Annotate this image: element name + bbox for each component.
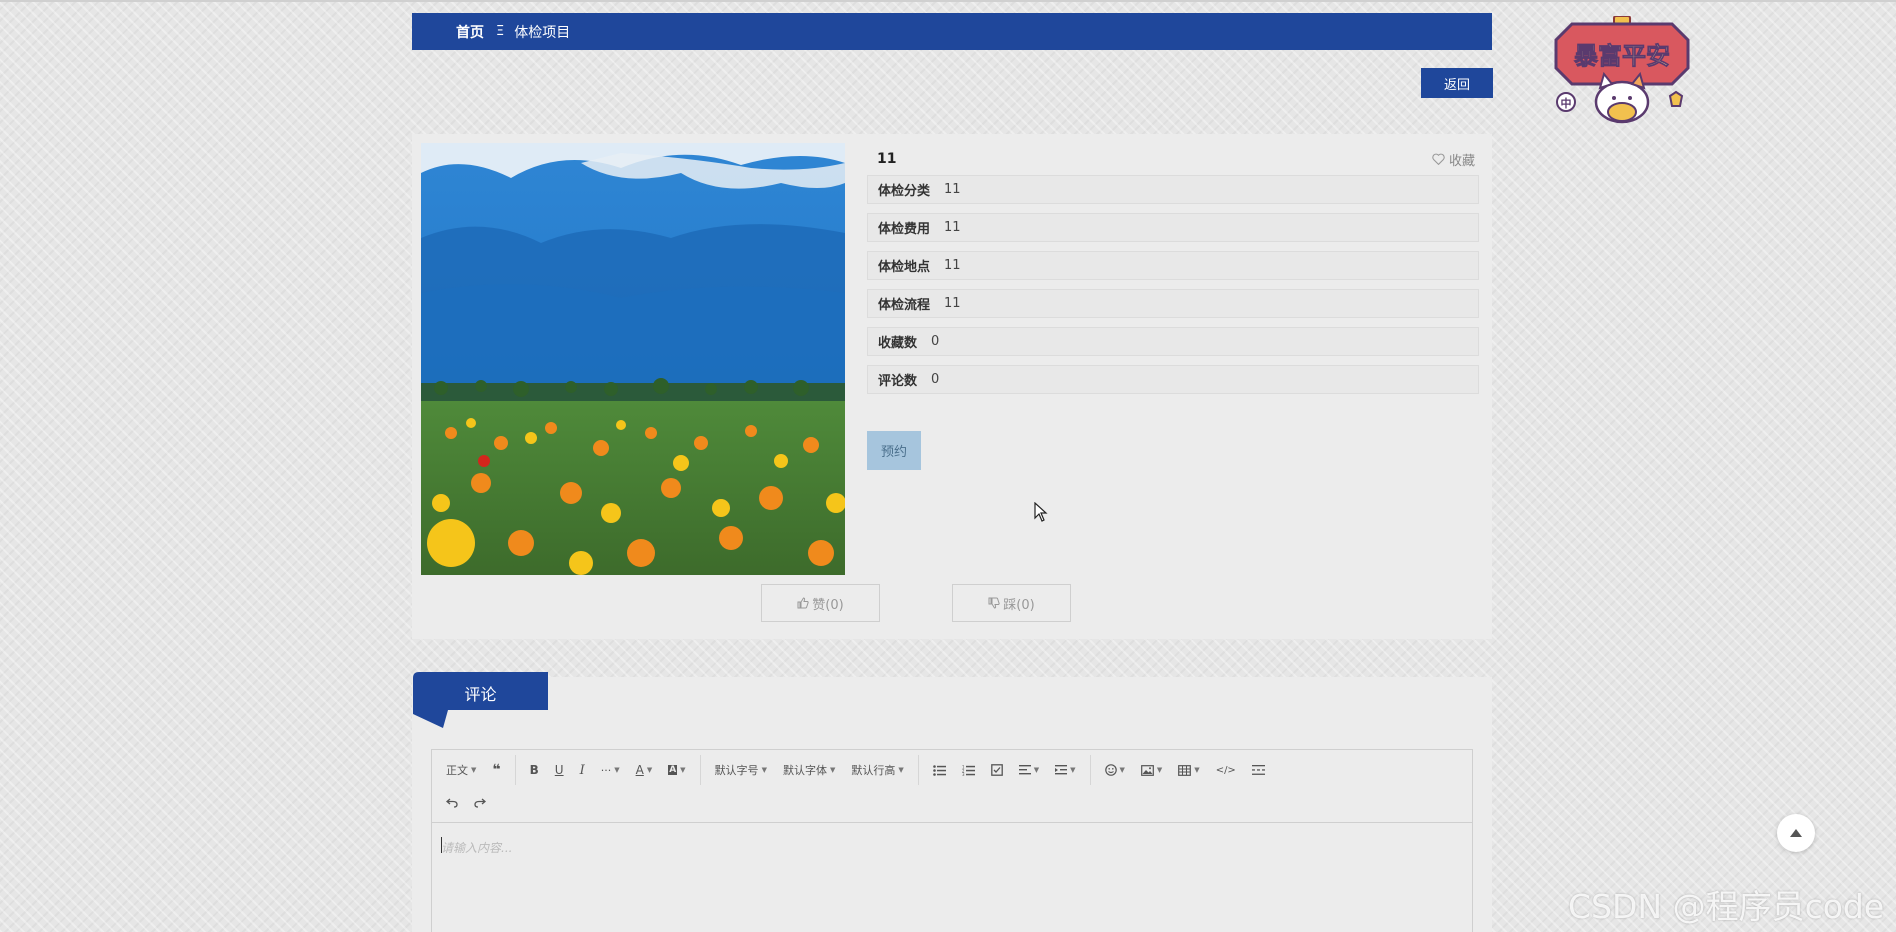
breadcrumb-home-link[interactable]: 首页: [456, 22, 484, 42]
info-label: 体检分类: [878, 184, 931, 199]
svg-text:中: 中: [1561, 96, 1572, 110]
font-family-select[interactable]: 默认字体 ▼: [775, 756, 843, 784]
arrow-up-icon: [1790, 829, 1802, 837]
line-height-select[interactable]: 默认行高 ▼: [843, 756, 911, 784]
undo-icon[interactable]: [438, 788, 466, 816]
heart-icon: [1432, 153, 1445, 165]
quote-button[interactable]: ❝: [484, 756, 508, 784]
align-icon[interactable]: ▼: [1011, 756, 1047, 784]
indent-icon[interactable]: ▼: [1047, 756, 1083, 784]
info-title-row: 11 收藏: [867, 143, 1479, 175]
like-button[interactable]: 赞(0): [761, 584, 880, 622]
item-title: 11: [877, 151, 897, 167]
text-cursor: [441, 837, 442, 853]
redo-icon[interactable]: [466, 788, 494, 816]
lucky-cat-icon: 暴富平安 中: [1554, 16, 1690, 124]
background-color-button[interactable]: A ▼: [660, 756, 693, 784]
font-color-button[interactable]: A ▼: [628, 756, 661, 784]
toolbar-divider: [917, 755, 919, 785]
toolbar-divider: [514, 755, 516, 785]
image-icon[interactable]: ▼: [1133, 756, 1170, 784]
thumbs-down-icon: [988, 597, 1000, 609]
svg-text:3: 3: [962, 772, 965, 776]
item-photo: [421, 143, 845, 575]
thumbs-up-icon: [797, 597, 809, 609]
table-icon[interactable]: ▼: [1170, 756, 1207, 784]
todo-checkbox-icon[interactable]: [983, 756, 1011, 784]
divider-line-icon[interactable]: [1244, 756, 1273, 784]
info-label: 体检地点: [878, 260, 931, 275]
underline-button[interactable]: U: [547, 756, 572, 784]
breadcrumb: 首页 Ξ 体检项目: [412, 13, 1492, 50]
editor-content-area[interactable]: 请输入内容...: [432, 823, 1472, 872]
emoji-icon[interactable]: ▼: [1097, 756, 1133, 784]
comment-tab[interactable]: 评论: [413, 672, 548, 728]
info-row-process: 体检流程 11: [867, 289, 1479, 318]
info-value: 11: [944, 182, 961, 197]
info-row-comment-count: 评论数 0: [867, 365, 1479, 394]
scroll-to-top-button[interactable]: [1777, 814, 1815, 852]
comment-tab-label: 评论: [464, 685, 497, 704]
editor-toolbar: 正文 ▼ ❝ B U I ··· ▼ A ▼ A ▼ 默认字号 ▼ 默认字体 ▼ 默认行高 ▼…: [432, 750, 1472, 823]
italic-button[interactable]: I: [572, 756, 593, 784]
toolbar-divider: [1089, 755, 1091, 785]
more-style-button[interactable]: ··· ▼: [593, 756, 628, 784]
code-icon[interactable]: </>: [1208, 756, 1244, 784]
info-row-category: 体检分类 11: [867, 175, 1479, 204]
item-info: 11 收藏 体检分类 11 体检费用 11 体检地点 11 体检流程 11 收藏…: [867, 143, 1479, 403]
info-row-fee: 体检费用 11: [867, 213, 1479, 242]
back-button[interactable]: 返回: [1421, 68, 1493, 98]
info-value: 11: [944, 220, 961, 235]
mascot-text: 暴富平安: [1574, 42, 1670, 70]
info-value: 11: [944, 296, 961, 311]
info-value: 0: [931, 372, 940, 387]
info-value: 0: [931, 334, 940, 349]
watermark: CSDN @程序员code: [1568, 887, 1885, 926]
toolbar-divider: [699, 755, 701, 785]
dislike-label: 踩(0): [1003, 597, 1035, 613]
dislike-button[interactable]: 踩(0): [952, 584, 1071, 622]
paragraph-format-select[interactable]: 正文 ▼: [438, 756, 484, 784]
bold-button[interactable]: B: [522, 756, 547, 784]
breadcrumb-separator: Ξ: [496, 24, 505, 39]
info-label: 体检流程: [878, 298, 931, 313]
bullet-list-icon[interactable]: [925, 756, 954, 784]
font-size-select[interactable]: 默认字号 ▼: [707, 756, 775, 784]
favorite-button[interactable]: 收藏: [1432, 150, 1479, 169]
mouse-pointer-icon: [1034, 502, 1048, 522]
top-divider: [0, 0, 1896, 2]
info-label: 评论数: [878, 374, 918, 389]
info-value: 11: [944, 258, 961, 273]
info-label: 收藏数: [878, 336, 918, 351]
rich-text-editor: 正文 ▼ ❝ B U I ··· ▼ A ▼ A ▼ 默认字号 ▼ 默认字体 ▼ 默认行高 ▼…: [431, 749, 1473, 932]
info-row-location: 体检地点 11: [867, 251, 1479, 280]
numbered-list-icon[interactable]: 123: [954, 756, 983, 784]
detail-panel: 11 收藏 体检分类 11 体检费用 11 体检地点 11 体检流程 11 收藏…: [412, 134, 1492, 639]
info-label: 体检费用: [878, 222, 931, 237]
like-label: 赞(0): [812, 597, 844, 613]
info-row-favorite-count: 收藏数 0: [867, 327, 1479, 356]
reserve-button[interactable]: 预约: [867, 431, 921, 470]
editor-placeholder: 请输入内容...: [441, 841, 513, 855]
favorite-label: 收藏: [1448, 153, 1475, 169]
breadcrumb-current: 体检项目: [514, 24, 571, 41]
